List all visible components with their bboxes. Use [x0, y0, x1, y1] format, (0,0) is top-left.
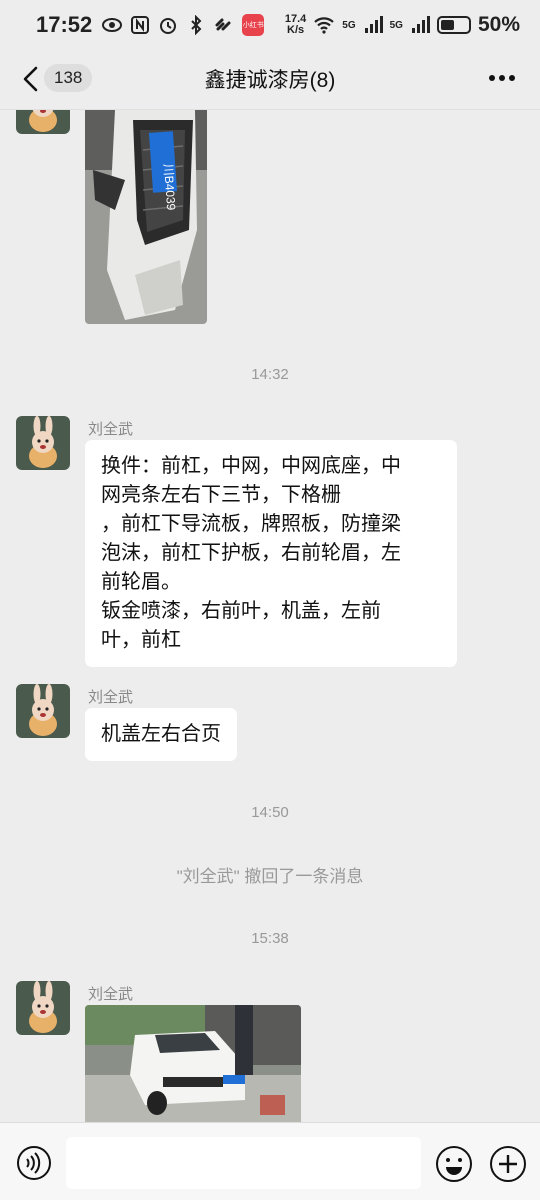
avatar-rabbit-icon	[16, 684, 70, 738]
avatar[interactable]	[16, 684, 70, 738]
status-time: 17:52	[36, 12, 93, 37]
more-functions-icon[interactable]	[489, 1145, 527, 1183]
car-garage-photo-icon	[85, 1005, 301, 1122]
timestamp: 15:38	[251, 930, 289, 947]
text-message-bubble[interactable]: 机盖左右合页	[85, 708, 237, 761]
wifi-icon	[314, 17, 335, 34]
image-message[interactable]: 川B4039	[85, 110, 207, 324]
image-message[interactable]	[85, 1005, 301, 1122]
avatar[interactable]	[16, 110, 70, 134]
signal-bars-icon	[364, 16, 383, 33]
recall-notice: "刘全武" 撤回了一条消息	[176, 867, 364, 886]
signal-label-1: 5G	[342, 19, 356, 31]
signal-label-2: 5G	[389, 19, 403, 31]
more-options-icon[interactable]	[488, 74, 516, 82]
app-notification-icon: 小红书	[242, 14, 265, 36]
avatar-rabbit-icon	[16, 981, 70, 1035]
nfc-icon	[131, 16, 150, 34]
sender-name: 刘全武	[88, 986, 134, 1003]
avatar[interactable]	[16, 981, 70, 1035]
input-bar	[0, 1122, 540, 1200]
eye-icon	[102, 18, 123, 32]
link-icon	[215, 18, 231, 31]
sender-name: 刘全武	[88, 421, 134, 438]
avatar-rabbit-icon	[16, 110, 70, 134]
chat-header: 138 鑫捷诚漆房(8)	[0, 50, 540, 110]
alarm-icon	[160, 18, 177, 34]
avatar-rabbit-icon	[16, 416, 70, 470]
timestamp: 14:32	[251, 366, 289, 383]
timestamp: 14:50	[251, 804, 289, 821]
message-input[interactable]	[66, 1137, 421, 1189]
text-message-bubble[interactable]: 换件：前杠，中网，中网底座，中 网亮条左右下三节，下格栅 ，前杠下导流板，牌照板…	[85, 440, 457, 667]
signal-bars-icon	[411, 16, 430, 33]
network-speed: 17.4 K/s	[284, 13, 307, 36]
sender-name: 刘全武	[88, 689, 134, 706]
voice-input-icon[interactable]	[16, 1145, 52, 1181]
status-bar: 17:52 小红书 17.4 K/s 5G 5G 50%	[0, 0, 540, 50]
message-list[interactable]: 川B4039 14:32 刘全武 换件：前杠，中网，中网底座，中 网亮条左右下三…	[0, 110, 540, 1122]
battery-icon	[436, 16, 471, 34]
bluetooth-icon	[191, 15, 202, 35]
car-bumper-photo-icon: 川B4039	[85, 110, 207, 324]
battery-percent: 50%	[477, 13, 520, 36]
avatar[interactable]	[16, 416, 70, 470]
emoji-icon[interactable]	[435, 1145, 473, 1183]
chat-title: 鑫捷诚漆房(8)	[204, 69, 336, 92]
